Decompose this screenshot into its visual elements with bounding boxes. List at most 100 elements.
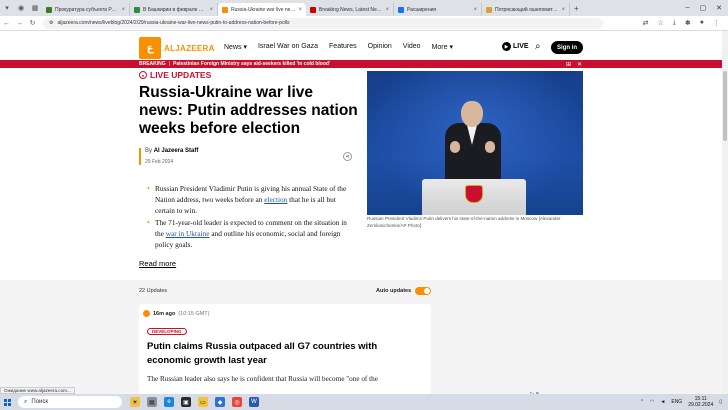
list-item: The 71-year-old leader is expected to co… — [147, 217, 352, 250]
file-explorer-icon[interactable]: ▭ — [198, 397, 208, 407]
tab-actions-icon[interactable]: ▾ — [0, 0, 14, 16]
workspaces-icon[interactable]: ◉ — [14, 0, 28, 16]
nav-features[interactable]: Features — [329, 43, 357, 51]
status-badge: DEVELOPING — [147, 328, 187, 335]
volume-icon[interactable]: ◄ — [660, 399, 665, 405]
close-icon[interactable]: ✕ — [577, 61, 582, 68]
nav-israel-war-on-gaza[interactable]: Israel War on Gaza — [258, 43, 318, 51]
election-link[interactable]: election — [264, 195, 287, 204]
browser-tab[interactable]: В Башкирии в феврале погиб... × — [130, 3, 218, 16]
chrome-icon[interactable]: ◎ — [232, 397, 242, 407]
tab-favicon-icon — [398, 6, 404, 13]
network-icon[interactable]: ◠ — [650, 399, 654, 405]
author-link[interactable]: Al Jazeera Staff — [154, 148, 199, 154]
download-icon[interactable]: ⤓ — [673, 19, 676, 27]
app-icon[interactable]: ◆ — [215, 397, 225, 407]
taskbar-clock[interactable]: 15:11 29.02.2024 — [688, 396, 713, 408]
browser-tab[interactable]: Потрясающий ошеломит в мы... × — [482, 3, 570, 16]
task-view-icon[interactable]: ▤ — [147, 397, 157, 407]
breaking-message[interactable]: Palestinian Foreign Ministry says aid-se… — [173, 61, 330, 67]
scroll-thumb[interactable] — [723, 71, 727, 141]
close-tab-icon[interactable]: × — [473, 7, 477, 13]
time-gmt: (10:15 GMT) — [178, 310, 210, 317]
nav-video[interactable]: Video — [403, 43, 421, 51]
browser-toolbar: ← → ↻ ⚙ aljazeera.com/news/liveblog/2024… — [0, 16, 728, 31]
profile-icon[interactable]: ● — [700, 19, 704, 27]
tab-favicon-icon — [46, 6, 52, 13]
sign-in-button[interactable]: Sign in — [551, 41, 583, 54]
store-icon[interactable]: ▣ — [181, 397, 191, 407]
live-updates-label: ● LIVE UPDATES — [139, 70, 211, 80]
nav-opinion[interactable]: Opinion — [368, 43, 392, 51]
logo-mark-icon: ع — [139, 37, 161, 59]
tray-chevron-icon[interactable]: ⌃ — [640, 399, 644, 405]
auto-updates: Auto updates — [376, 287, 432, 295]
close-window-icon[interactable]: ✕ — [716, 4, 722, 12]
update-dot-icon — [143, 310, 150, 317]
browser-tab[interactable]: Расширения × — [394, 3, 482, 16]
site-info-icon[interactable]: ⚙ — [49, 20, 53, 26]
summary-list: Russian President Vladimir Putin is givi… — [147, 183, 352, 251]
live-feed: 22 Updates Auto updates 16m ago (10:15 G… — [0, 280, 722, 394]
play-icon: ▶ — [502, 42, 511, 51]
auto-updates-toggle[interactable] — [415, 287, 432, 295]
bookmark-star-icon[interactable]: ☆ — [658, 19, 664, 27]
system-tray: ⌃ ◠ ◄ ENG 15:11 29.02.2024 ▯ — [640, 396, 728, 408]
new-tab-button[interactable]: + — [574, 4, 579, 13]
back-icon[interactable]: ← — [0, 20, 13, 27]
tab-favicon-icon — [310, 6, 316, 13]
breaking-label: BREAKING — [139, 61, 166, 67]
maximize-icon[interactable]: ▢ — [700, 4, 707, 12]
search-icon[interactable]: ⌕ — [535, 41, 541, 52]
forward-icon[interactable]: → — [13, 20, 26, 27]
edge-icon[interactable]: e — [164, 397, 174, 407]
start-button[interactable] — [0, 398, 14, 406]
speaker-hand — [450, 141, 460, 153]
url-text: aljazeera.com/news/liveblog/2024/2/29/ru… — [57, 20, 290, 26]
aljazeera-logo[interactable]: ع ALJAZEERA — [139, 37, 215, 59]
widgets-icon[interactable]: ☀ — [130, 397, 140, 407]
word-icon[interactable]: W — [249, 397, 259, 407]
live-ring-icon: ● — [139, 71, 147, 79]
image-caption: Russian President Vladimir Putin deliver… — [367, 216, 561, 228]
page-title: Russia-Ukraine war live news: Putin addr… — [139, 84, 358, 137]
address-bar[interactable]: ⚙ aljazeera.com/news/liveblog/2024/2/29/… — [43, 17, 603, 29]
search-label: Поиск — [31, 399, 49, 405]
live-button[interactable]: ▶ LIVE — [502, 42, 529, 51]
window-controls: – ▢ ✕ — [686, 4, 728, 12]
close-tab-icon[interactable]: × — [121, 7, 125, 13]
auto-updates-label: Auto updates — [376, 288, 412, 294]
reload-icon[interactable]: ↻ — [26, 19, 39, 27]
logo-text: ALJAZEERA — [164, 43, 215, 53]
browser-tab[interactable]: Прокуратура субъекта России × — [42, 3, 130, 16]
browser-tab-active[interactable]: Russia-Ukraine war live news: P... × — [218, 3, 306, 16]
browser-tools: ⇄ ☆ ⤓ ✱ ● ⋮ — [643, 19, 728, 27]
page-scrollbar[interactable] — [722, 31, 728, 394]
site-header: ع ALJAZEERA News ▾ Israel War on Gaza Fe… — [0, 31, 722, 60]
war-in-ukraine-link[interactable]: war in Ukraine — [166, 229, 210, 238]
language-indicator[interactable]: ENG — [671, 399, 682, 405]
speaker-head — [461, 101, 483, 127]
share-icon[interactable]: ⋖ — [343, 152, 352, 161]
close-tab-icon[interactable]: × — [298, 7, 302, 13]
extensions-icon[interactable]: ✱ — [685, 19, 691, 27]
nav-more[interactable]: More ▾ — [432, 43, 453, 51]
taskbar-apps: ☀ ▤ e ▣ ▭ ◆ ◎ W — [130, 397, 259, 407]
close-tab-icon[interactable]: × — [561, 7, 565, 13]
update-title: Putin claims Russia outpaced all G7 coun… — [147, 341, 378, 366]
breaking-news-bar[interactable]: BREAKING | Palestinian Foreign Ministry … — [0, 60, 722, 68]
close-tab-icon[interactable]: × — [209, 7, 213, 13]
minimize-icon[interactable]: – — [686, 4, 690, 12]
tab-title: Прокуратура субъекта России — [55, 6, 119, 13]
pinned-tab-icon[interactable]: ▦ — [28, 0, 42, 16]
notifications-icon[interactable]: ▯ — [719, 399, 722, 405]
expand-icon[interactable]: ⊞ — [566, 61, 571, 68]
read-more-link[interactable]: Read more — [139, 259, 176, 268]
taskbar-search[interactable]: ⌕ Поиск — [18, 396, 122, 408]
nav-news[interactable]: News ▾ — [224, 43, 247, 51]
breaking-separator: | — [168, 61, 170, 67]
browser-tab[interactable]: Breaking News, Latest News and... × — [306, 3, 394, 16]
close-tab-icon[interactable]: × — [385, 7, 389, 13]
menu-icon[interactable]: ⋮ — [713, 19, 720, 27]
translate-icon[interactable]: ⇄ — [643, 19, 649, 27]
